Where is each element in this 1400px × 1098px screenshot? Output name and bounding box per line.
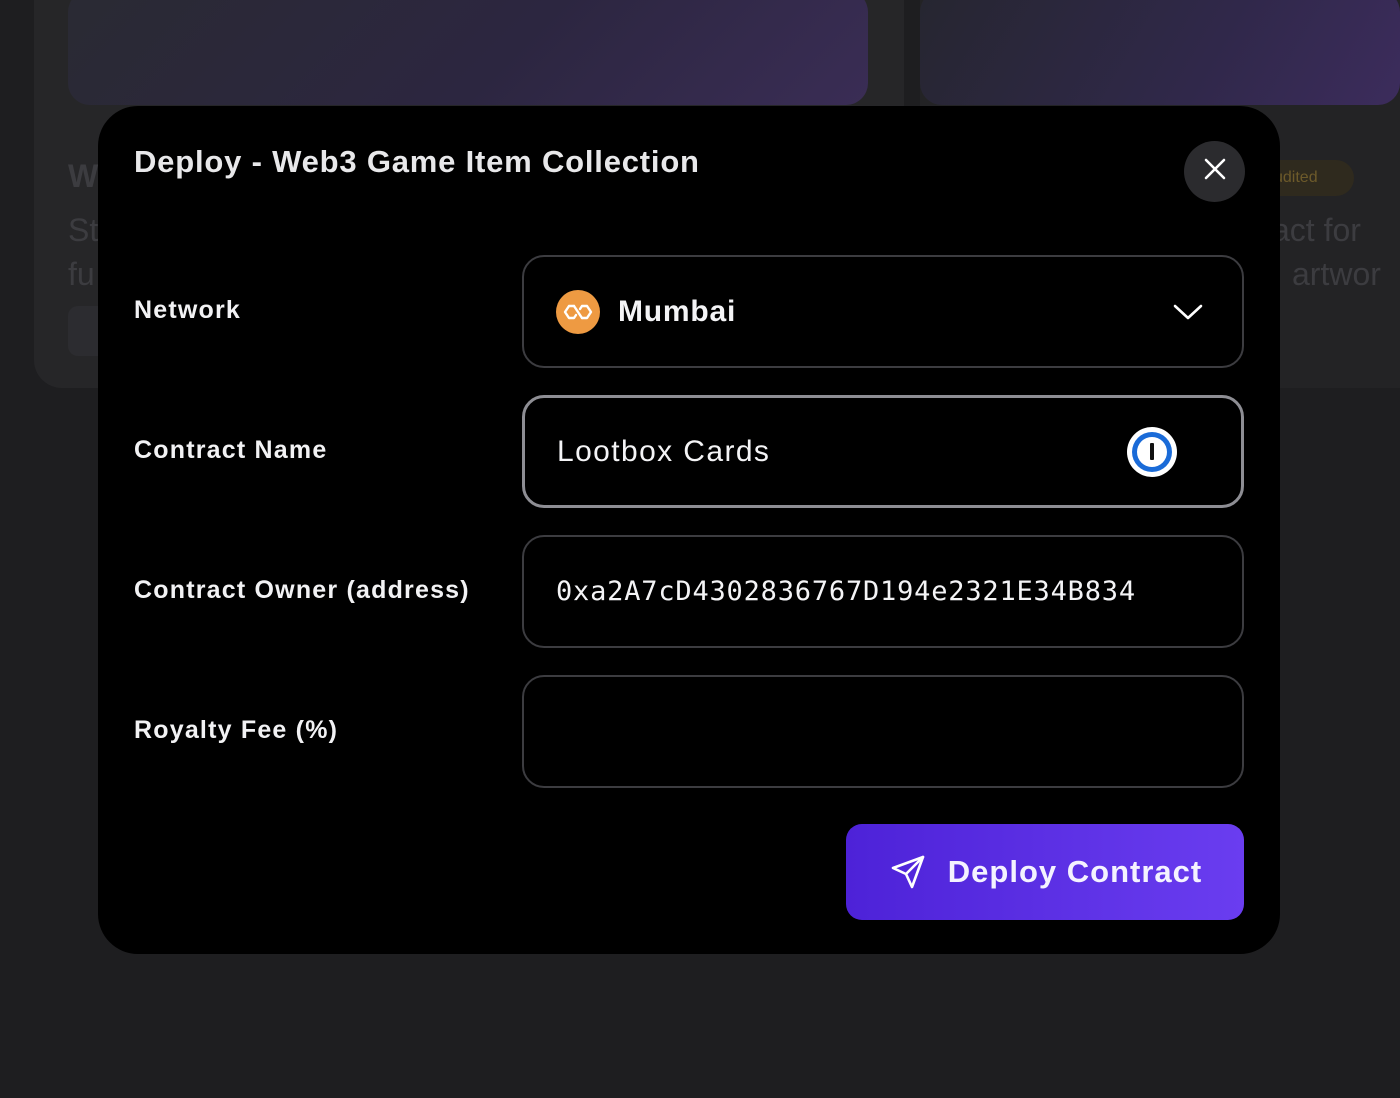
password-manager-icon-core xyxy=(1137,436,1167,467)
background-card-description: act for xyxy=(1272,212,1361,248)
modal-title: Deploy - Web3 Game Item Collection xyxy=(134,144,700,179)
password-manager-icon[interactable] xyxy=(1127,426,1177,477)
deploy-modal: Deploy - Web3 Game Item Collection Netwo… xyxy=(98,106,1280,954)
background-card-title: W xyxy=(68,158,99,194)
send-icon xyxy=(888,852,928,892)
contract-name-label: Contract Name xyxy=(134,436,328,464)
background-card-description: artwor xyxy=(1292,256,1381,292)
contract-owner-field[interactable] xyxy=(522,535,1244,648)
network-select[interactable]: Mumbai xyxy=(522,255,1244,368)
password-manager-icon-ring xyxy=(1132,431,1172,472)
contract-owner-label: Contract Owner (address) xyxy=(134,576,470,604)
deploy-contract-button[interactable]: Deploy Contract xyxy=(846,824,1244,920)
polygon-icon xyxy=(556,289,600,334)
network-value: Mumbai xyxy=(618,294,737,328)
password-manager-icon-bar xyxy=(1150,443,1154,460)
chevron-down-icon xyxy=(1172,296,1204,328)
royalty-fee-field[interactable] xyxy=(522,675,1244,788)
royalty-fee-label: Royalty Fee (%) xyxy=(134,716,339,744)
close-icon xyxy=(1204,158,1226,185)
royalty-fee-input[interactable] xyxy=(556,714,1210,749)
background-card-description: St xyxy=(68,212,99,248)
contract-name-input[interactable]: Lootbox Cards xyxy=(557,435,1127,469)
close-button[interactable] xyxy=(1184,141,1245,202)
deploy-contract-label: Deploy Contract xyxy=(947,854,1203,889)
contract-owner-input[interactable] xyxy=(556,576,1210,607)
background-card-image xyxy=(68,0,868,105)
background-card-description: fu xyxy=(68,256,95,292)
contract-name-field[interactable]: Lootbox Cards xyxy=(522,395,1244,508)
network-label: Network xyxy=(134,296,242,324)
background-card-image-right xyxy=(920,0,1400,105)
